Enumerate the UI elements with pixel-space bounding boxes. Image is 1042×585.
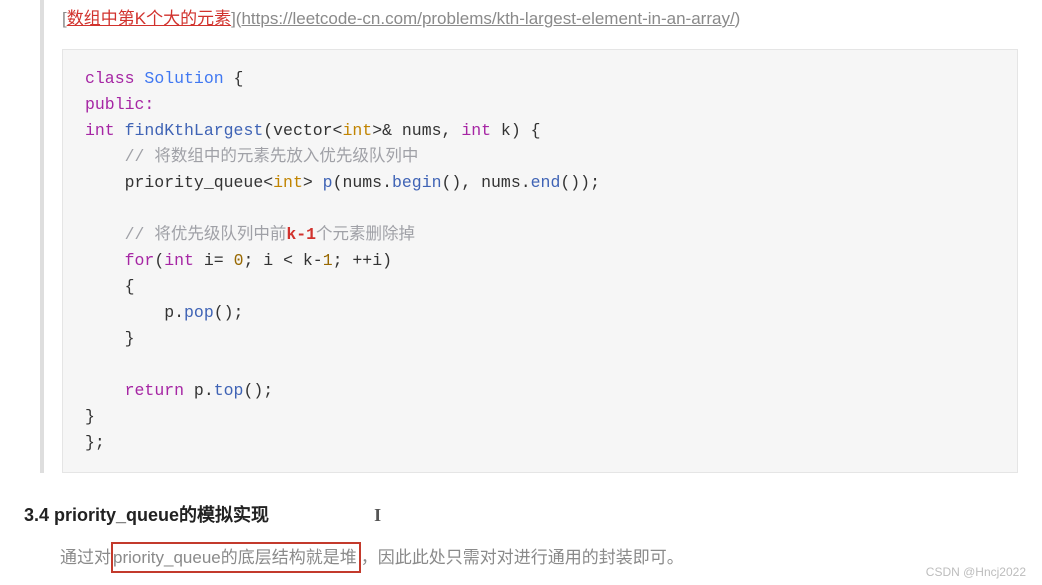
section-number: 3.4: [24, 505, 54, 525]
var-p: p: [323, 173, 333, 192]
keyword-public: public:: [85, 95, 154, 114]
method-pop: pop: [184, 303, 214, 322]
watermark: CSDN @Hncj2022: [926, 565, 1026, 579]
type-int: int: [273, 173, 303, 192]
paragraph-lead: 通过对: [60, 548, 111, 567]
method-top: top: [214, 381, 244, 400]
comment: 个元素删除掉: [316, 225, 415, 244]
code-block: class Solution { public: int findKthLarg…: [62, 49, 1018, 473]
problem-url-link[interactable]: https://leetcode-cn.com/problems/kth-lar…: [241, 9, 734, 28]
highlight-k-1: k-1: [286, 225, 316, 244]
paragraph: 通过对priority_queue的底层结构就是堆，因此此处只需对对进行通用的封…: [60, 543, 1018, 568]
number-zero: 0: [234, 251, 244, 270]
comment: // 将数组中的元素先放入优先级队列中: [125, 147, 419, 166]
keyword-int: int: [461, 121, 491, 140]
method-end: end: [531, 173, 561, 192]
keyword-class: class: [85, 69, 135, 88]
class-name: Solution: [144, 69, 223, 88]
comment: // 将优先级队列中前: [125, 225, 287, 244]
problem-link-row: [数组中第K个大的元素](https://leetcode-cn.com/pro…: [62, 0, 1018, 29]
section-title-text: priority_queue的模拟实现: [54, 505, 269, 525]
paragraph-tail: ，因此此处只需对对进行通用的封装即可。: [361, 548, 684, 567]
bracket: ): [735, 9, 741, 28]
keyword-return: return: [125, 381, 184, 400]
highlighted-box: priority_queue的底层结构就是堆: [111, 542, 361, 573]
keyword-int: int: [164, 251, 194, 270]
bracket: ](: [231, 9, 241, 28]
number-one: 1: [323, 251, 333, 270]
section-heading: 3.4 priority_queue的模拟实现 I: [24, 501, 1018, 527]
method-begin: begin: [392, 173, 442, 192]
keyword-for: for: [125, 251, 155, 270]
keyword-int: int: [85, 121, 115, 140]
function-name: findKthLargest: [115, 121, 264, 140]
problem-title-link[interactable]: 数组中第K个大的元素: [67, 9, 231, 28]
text-cursor-icon: I: [374, 505, 388, 526]
type-int: int: [342, 121, 372, 140]
